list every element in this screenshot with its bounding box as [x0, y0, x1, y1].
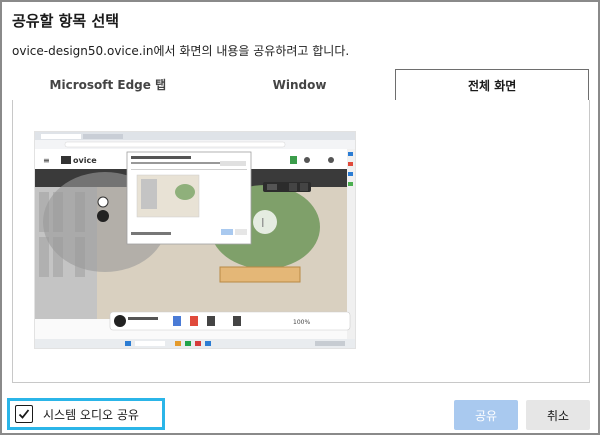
tab-entire-screen[interactable]: 전체 화면	[395, 69, 590, 101]
preview-pane: ≡ ovice I 100%	[12, 100, 590, 383]
system-audio-toggle[interactable]: 시스템 오디오 공유	[7, 398, 165, 430]
preview-user-label: I	[261, 216, 265, 230]
share-dialog: 공유할 항목 선택 ovice-design50.ovice.in에서 화면의 …	[0, 0, 600, 435]
system-audio-label: 시스템 오디오 공유	[43, 407, 139, 422]
tab-edge-tab[interactable]: Microsoft Edge 탭	[12, 69, 204, 100]
screen-thumbnail[interactable]: ≡ ovice I 100%	[34, 131, 356, 349]
dialog-title: 공유할 항목 선택	[12, 12, 120, 30]
source-tabs: Microsoft Edge 탭 Window 전체 화면	[12, 69, 590, 101]
tab-window[interactable]: Window	[204, 69, 396, 100]
preview-zoom: 100%	[293, 319, 310, 326]
dialog-subtitle: ovice-design50.ovice.in에서 화면의 내용을 공유하려고 …	[12, 44, 350, 58]
preview-brand: ovice	[73, 156, 97, 165]
svg-text:≡: ≡	[43, 156, 50, 165]
share-button[interactable]: 공유	[454, 400, 518, 430]
screen-preview-image: ≡ ovice I 100%	[35, 132, 355, 348]
checkmark-icon	[18, 409, 30, 419]
cancel-button[interactable]: 취소	[526, 400, 590, 430]
system-audio-checkbox[interactable]	[15, 405, 33, 423]
